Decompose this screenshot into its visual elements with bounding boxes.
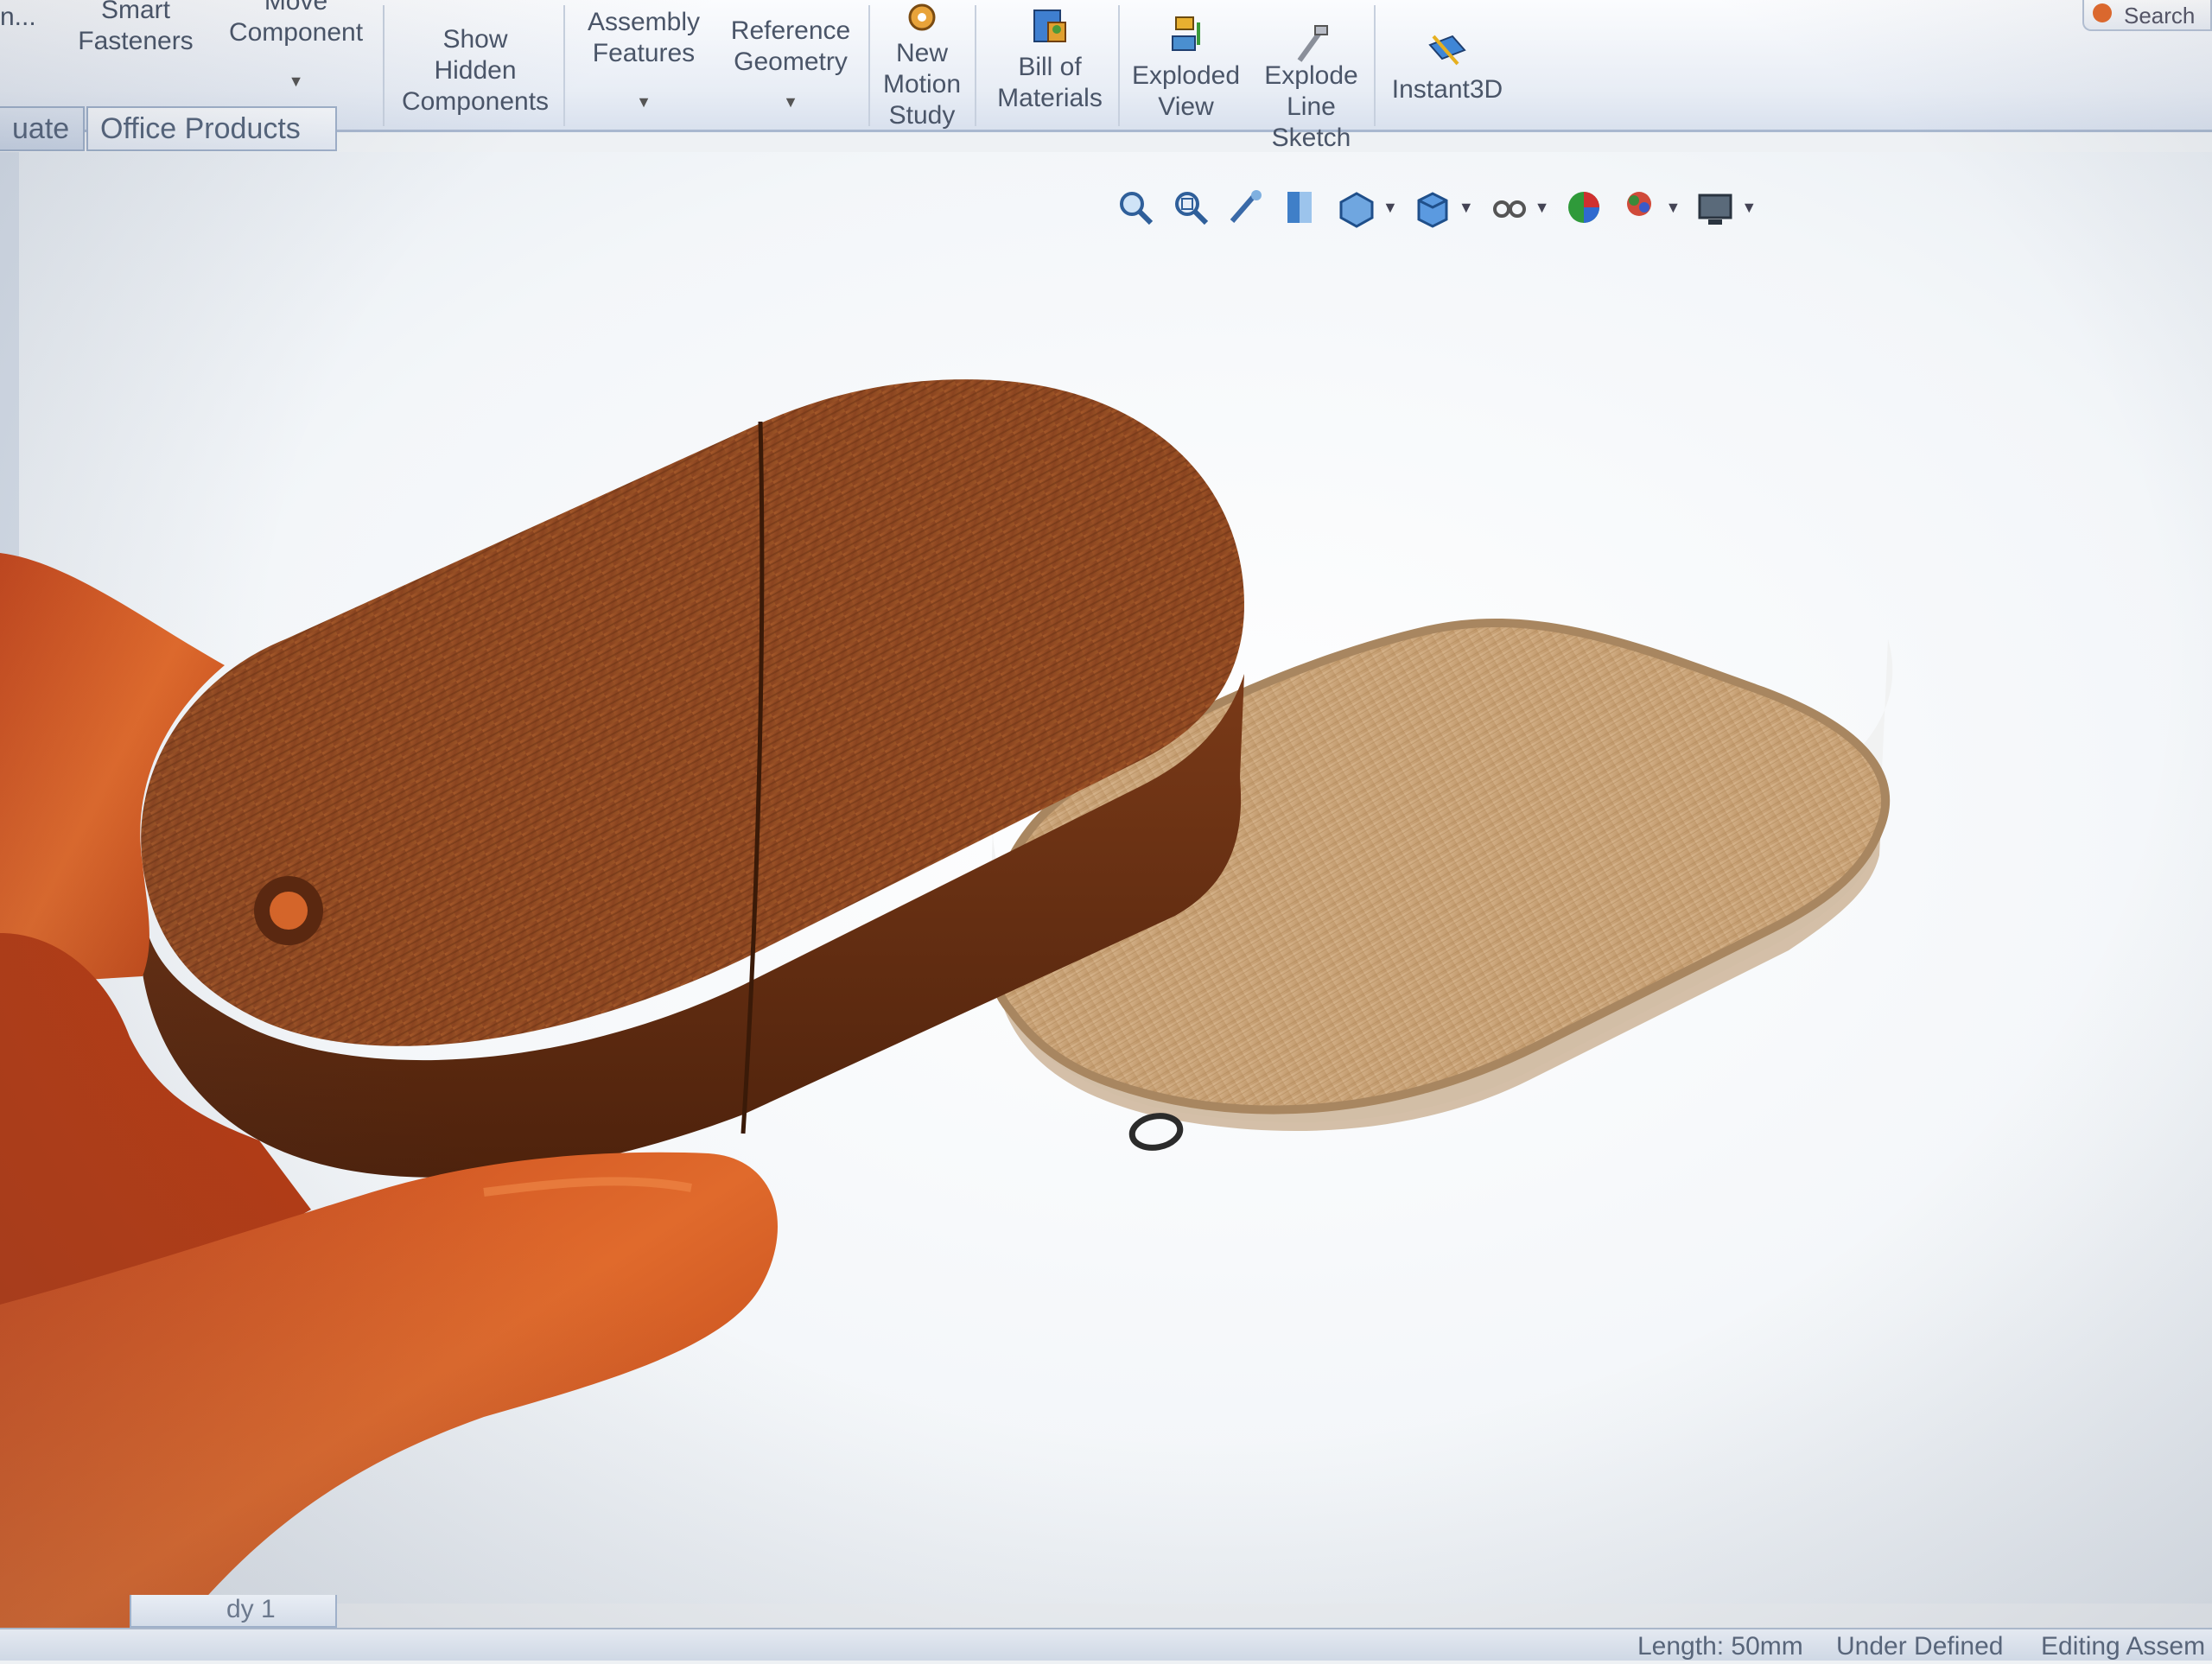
- search-label: Search: [2124, 3, 2196, 29]
- ribbon-separator: [383, 5, 385, 126]
- instant3d-label: Instant3D: [1391, 75, 1503, 104]
- ribbon-separator: [1118, 5, 1120, 126]
- reference-geometry-dropdown-icon[interactable]: ▼: [783, 86, 798, 117]
- move-component-label: Move Component: [228, 0, 364, 47]
- motion-study-icon: [908, 3, 936, 31]
- assembly-features-dropdown-icon[interactable]: ▼: [636, 86, 652, 117]
- truncated-button-label: n...: [0, 3, 36, 31]
- instant3d-icon: [1428, 35, 1466, 66]
- previous-view-icon[interactable]: [1225, 187, 1267, 228]
- display-style-icon[interactable]: [1412, 187, 1453, 228]
- ribbon-separator: [1374, 5, 1376, 126]
- ribbon-separator: [868, 5, 870, 126]
- show-hidden-components-label: Show Hidden Components: [401, 25, 550, 116]
- hide-show-dropdown-icon[interactable]: ▼: [1535, 199, 1550, 217]
- feature-manager-edge[interactable]: [0, 152, 21, 1659]
- status-length: Length: 50mm: [1637, 1632, 1803, 1661]
- exploded-view-button[interactable]: Exploded View: [1128, 0, 1244, 130]
- instant3d-button[interactable]: Instant3D: [1382, 0, 1512, 130]
- new-motion-study-label: New Motion Study: [882, 39, 962, 130]
- view-orientation-icon[interactable]: [1336, 187, 1377, 228]
- zoom-to-fit-icon[interactable]: [1115, 187, 1156, 228]
- new-motion-study-button[interactable]: New Motion Study: [874, 0, 969, 130]
- view-orientation-dropdown-icon[interactable]: ▼: [1382, 199, 1398, 217]
- search-icon: [2093, 3, 2112, 22]
- smart-fasteners-label: Smart Fasteners: [78, 0, 194, 55]
- edit-appearance-icon[interactable]: [1563, 187, 1605, 228]
- motion-study-tab[interactable]: dy 1: [130, 1595, 337, 1628]
- bill-of-materials-button[interactable]: Bill of Materials: [985, 0, 1115, 130]
- status-bar: Length: 50mm Under Defined Editing Assem: [0, 1628, 2212, 1661]
- apply-scene-icon[interactable]: [1618, 187, 1660, 228]
- search-box[interactable]: Search: [2082, 0, 2212, 31]
- zoom-to-area-icon[interactable]: [1170, 187, 1211, 228]
- hide-show-items-icon[interactable]: [1488, 187, 1529, 228]
- command-manager-tabs: uate Office Products: [0, 106, 363, 151]
- graphics-viewport[interactable]: [19, 152, 2212, 1604]
- view-settings-icon[interactable]: [1694, 187, 1736, 228]
- bill-of-materials-label: Bill of Materials: [997, 53, 1103, 112]
- exploded-view-icon: [1171, 16, 1200, 51]
- assembly-features-label: Assembly Features: [587, 8, 701, 67]
- move-component-dropdown-icon[interactable]: ▼: [289, 66, 304, 97]
- exploded-view-label: Exploded View: [1131, 61, 1241, 121]
- assembly-features-button[interactable]: Assembly Features ▼: [575, 0, 713, 130]
- tab-office-products-label: Office Products: [100, 112, 301, 145]
- tab-evaluate[interactable]: uate: [0, 106, 85, 151]
- view-settings-dropdown-icon[interactable]: ▼: [1741, 199, 1757, 217]
- heads-up-view-toolbar: ▼ ▼ ▼ ▼ ▼: [1115, 177, 1757, 238]
- section-view-icon[interactable]: [1281, 187, 1322, 228]
- motion-study-tab-label: dy 1: [226, 1595, 276, 1623]
- tab-office-products[interactable]: Office Products: [86, 106, 337, 151]
- status-definition: Under Defined: [1836, 1632, 2004, 1661]
- ribbon-separator: [563, 5, 565, 126]
- ribbon-separator: [975, 5, 976, 126]
- explode-line-sketch-label: Explode Line Sketch: [1264, 61, 1358, 152]
- show-hidden-components-button[interactable]: Show Hidden Components: [393, 0, 557, 130]
- reference-geometry-button[interactable]: Reference Geometry ▼: [717, 0, 864, 130]
- display-style-dropdown-icon[interactable]: ▼: [1459, 199, 1474, 217]
- explode-line-sketch-button[interactable]: Explode Line Sketch: [1249, 0, 1374, 152]
- tab-evaluate-label: uate: [12, 112, 70, 145]
- explode-line-sketch-icon: [1297, 25, 1328, 62]
- reference-geometry-label: Reference Geometry: [730, 16, 851, 76]
- apply-scene-dropdown-icon[interactable]: ▼: [1665, 199, 1681, 217]
- status-editing-mode: Editing Assem: [2041, 1632, 2206, 1661]
- bill-of-materials-icon: [1033, 10, 1066, 42]
